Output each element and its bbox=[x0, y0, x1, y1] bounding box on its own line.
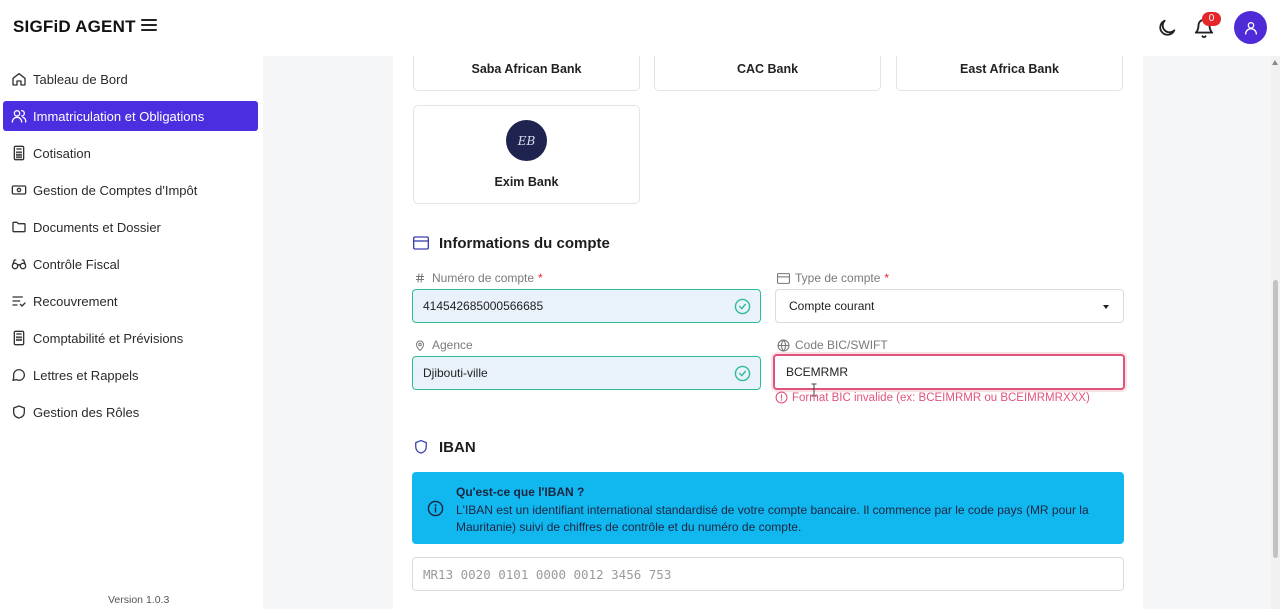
exim-bank-logo: EB bbox=[506, 120, 547, 161]
sidebar-item-label: Comptabilité et Prévisions bbox=[33, 330, 184, 346]
alert-circle-icon bbox=[775, 391, 788, 404]
map-pin-icon bbox=[413, 338, 427, 352]
banknote-icon bbox=[10, 182, 27, 199]
iban-placeholder: MR13 0020 0101 0000 0012 3456 753 bbox=[423, 566, 672, 582]
sidebar-item-controle-fiscal[interactable]: Contrôle Fiscal bbox=[3, 249, 258, 279]
sidebar-item-label: Immatriculation et Obligations bbox=[33, 108, 205, 124]
top-bar: SIGFiD AGENT 0 bbox=[0, 0, 1280, 56]
home-icon bbox=[10, 71, 27, 88]
avatar[interactable] bbox=[1234, 11, 1267, 44]
calculator-icon bbox=[10, 145, 27, 162]
message-icon bbox=[10, 367, 27, 384]
sidebar-item-label: Contrôle Fiscal bbox=[33, 256, 120, 272]
credit-card-icon bbox=[776, 271, 790, 285]
chevron-down-icon bbox=[1103, 305, 1109, 309]
bank-name: Exim Bank bbox=[494, 175, 559, 189]
sidebar-item-label: Lettres et Rappels bbox=[33, 367, 139, 383]
glasses-icon bbox=[10, 256, 27, 273]
section-title-iban: IBAN bbox=[439, 439, 476, 456]
iban-info-box: Qu'est-ce que l'IBAN ? L'IBAN est un ide… bbox=[412, 472, 1124, 544]
account-type-label: Type de compte * bbox=[776, 271, 889, 285]
shield-icon bbox=[10, 404, 27, 421]
version-label: Version 1.0.3 bbox=[108, 594, 170, 606]
bank-name: East Africa Bank bbox=[960, 61, 1059, 76]
folder-icon bbox=[10, 219, 27, 236]
scroll-up-icon[interactable] bbox=[1272, 60, 1278, 65]
sidebar-item-label: Gestion de Comptes d'Impôt bbox=[33, 182, 198, 198]
scrollbar-thumb[interactable] bbox=[1273, 280, 1278, 558]
info-title: Qu'est-ce que l'IBAN ? bbox=[456, 485, 585, 499]
calculator-icon bbox=[10, 330, 27, 347]
info-icon bbox=[427, 500, 444, 517]
bic-field[interactable]: BCEMRMR bbox=[773, 354, 1125, 390]
sidebar-item-documents[interactable]: Documents et Dossier bbox=[3, 212, 258, 242]
sidebar-item-gestion-comptes[interactable]: Gestion de Comptes d'Impôt bbox=[3, 175, 258, 205]
account-number-label: Numéro de compte * bbox=[413, 271, 543, 285]
shield-icon bbox=[415, 439, 427, 454]
sidebar-item-roles[interactable]: Gestion des Rôles bbox=[3, 397, 258, 427]
sidebar: Tableau de Bord Immatriculation et Oblig… bbox=[0, 56, 263, 609]
users-icon bbox=[10, 108, 27, 125]
sidebar-item-label: Cotisation bbox=[33, 145, 91, 161]
sidebar-item-label: Gestion des Rôles bbox=[33, 404, 140, 420]
account-type-select[interactable]: Compte courant bbox=[775, 289, 1124, 323]
sidebar-item-label: Tableau de Bord bbox=[33, 71, 128, 87]
check-circle-icon bbox=[734, 298, 751, 315]
sidebar-item-label: Documents et Dossier bbox=[33, 219, 161, 235]
section-title-account: Informations du compte bbox=[439, 235, 610, 252]
list-check-icon bbox=[10, 293, 27, 310]
sidebar-item-tableau-de-bord[interactable]: Tableau de Bord bbox=[3, 64, 258, 94]
bic-error-message: Format BIC invalide (ex: BCEIMRMR ou BCE… bbox=[775, 391, 1090, 404]
check-circle-icon bbox=[734, 365, 751, 382]
app-brand: SIGFiD AGENT bbox=[13, 17, 136, 36]
user-icon bbox=[1244, 21, 1257, 35]
credit-card-icon bbox=[413, 236, 429, 250]
hash-icon bbox=[413, 271, 427, 285]
agency-field[interactable]: Djibouti-ville bbox=[412, 356, 761, 390]
notification-badge: 0 bbox=[1202, 12, 1221, 26]
sidebar-item-cotisation[interactable]: Cotisation bbox=[3, 138, 258, 168]
menu-icon[interactable] bbox=[141, 19, 157, 35]
iban-input[interactable]: MR13 0020 0101 0000 0012 3456 753 bbox=[412, 557, 1124, 591]
sidebar-item-immatriculation[interactable]: Immatriculation et Obligations bbox=[3, 101, 258, 131]
globe-icon bbox=[776, 338, 790, 352]
bank-name: CAC Bank bbox=[736, 61, 799, 76]
sidebar-item-lettres[interactable]: Lettres et Rappels bbox=[3, 360, 258, 390]
account-number-field[interactable]: 414542685000566685 bbox=[412, 289, 761, 323]
bank-name: Saba African Bank bbox=[471, 61, 582, 76]
sidebar-item-comptabilite[interactable]: Comptabilité et Prévisions bbox=[3, 323, 258, 353]
info-text: L'IBAN est un identifiant international … bbox=[456, 503, 1089, 534]
sidebar-item-recouvrement[interactable]: Recouvrement bbox=[3, 286, 258, 316]
agency-label: Agence bbox=[413, 338, 473, 352]
sidebar-item-label: Recouvrement bbox=[33, 293, 118, 309]
moon-icon[interactable] bbox=[1156, 17, 1178, 39]
bic-label: Code BIC/SWIFT bbox=[776, 338, 888, 352]
